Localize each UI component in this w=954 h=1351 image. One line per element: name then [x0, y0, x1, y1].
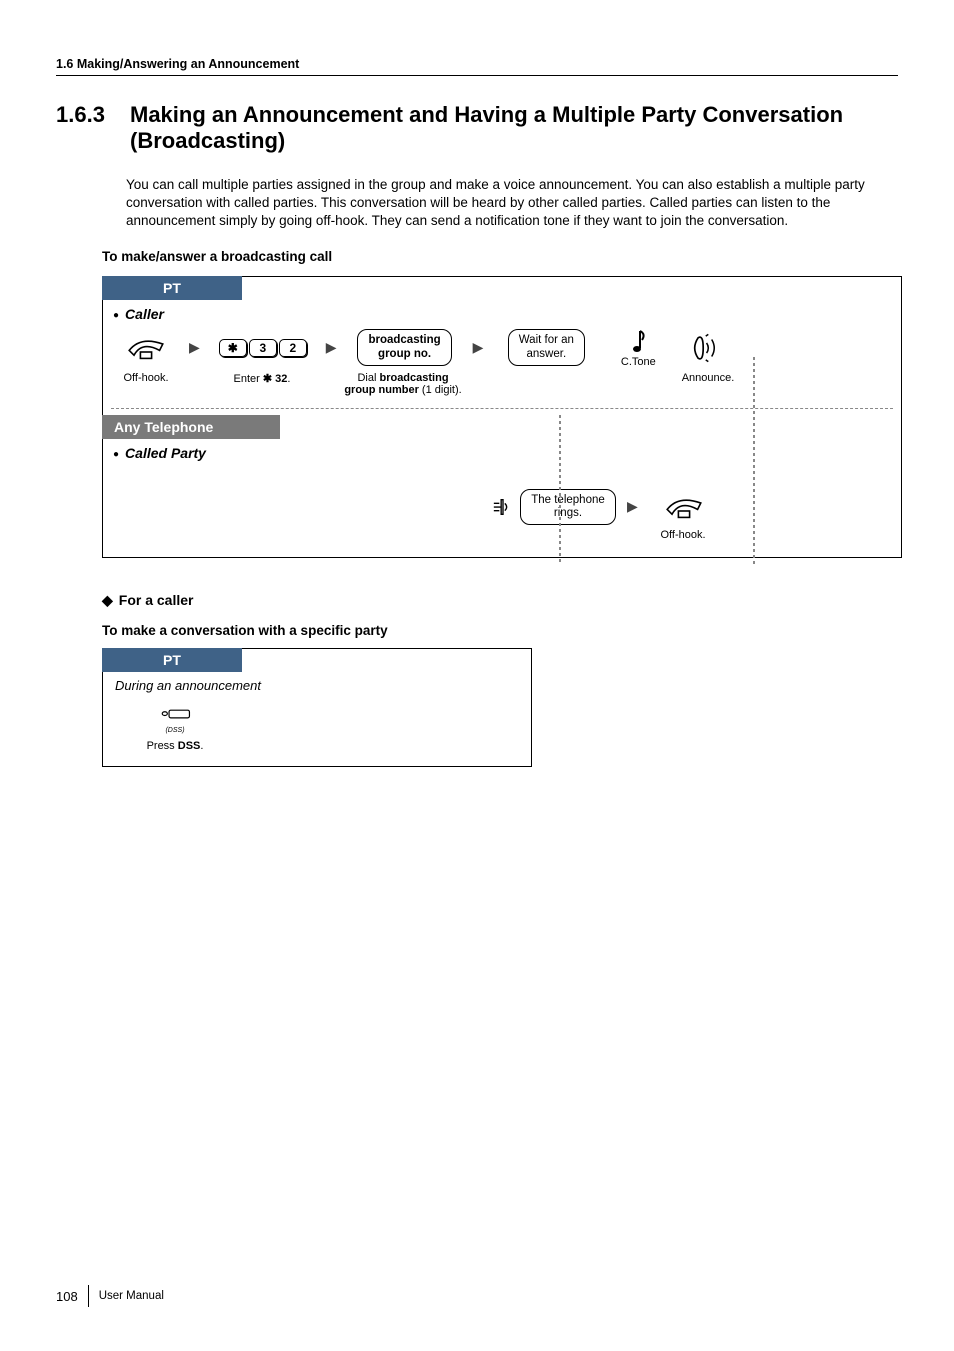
- caller-label: Caller: [113, 306, 901, 322]
- during-announcement-label: During an announcement: [115, 678, 519, 693]
- key-star: ✱: [219, 339, 247, 357]
- intro-paragraph: You can call multiple parties assigned i…: [126, 176, 898, 231]
- announce-cell: [675, 332, 745, 364]
- tab-any-telephone: Any Telephone: [102, 415, 280, 439]
- dss-block: (DSS) Press DSS.: [115, 707, 235, 752]
- tab-pt: PT: [102, 276, 242, 300]
- key-2: 2: [279, 339, 307, 357]
- diagram-broadcast-flow: PT Caller ▶ ✱32 ▶ broadcasting group no.…: [102, 276, 902, 558]
- cap-enter: Enter ✱ 32.: [207, 372, 317, 396]
- dashed-separator: [111, 408, 893, 409]
- page-title: 1.6.3Making an Announcement and Having a…: [56, 102, 898, 154]
- rings-cell: The telephone rings.: [489, 489, 619, 525]
- rings-box: The telephone rings.: [520, 489, 616, 525]
- called-caption-row: Off-hook.: [103, 525, 901, 543]
- key-3: 3: [249, 339, 277, 357]
- for-a-caller-heading: For a caller: [102, 592, 898, 609]
- arrow-icon: ▶: [187, 339, 202, 356]
- footer-label: User Manual: [99, 1290, 164, 1302]
- wait-box: Wait for an answer.: [491, 329, 601, 365]
- diagram-dss: PT During an announcement (DSS) Press DS…: [102, 648, 532, 767]
- offhook-icon: [111, 333, 181, 363]
- vertical-dash-1: [559, 415, 561, 565]
- wait-answer-box: Wait for an answer.: [508, 329, 585, 365]
- announce-icon: [693, 332, 727, 364]
- breadcrumb: 1.6 Making/Answering an Announcement: [56, 57, 299, 71]
- subheading-make-answer: To make/answer a broadcasting call: [102, 249, 898, 264]
- page-number: 108: [56, 1289, 78, 1304]
- caller-caption-row: Off-hook. Enter ✱ 32. Dial broadcastingg…: [103, 368, 901, 398]
- ctone-cell: C.Tone: [607, 328, 669, 368]
- cap-announce: Announce.: [673, 372, 743, 396]
- broadcasting-box: broadcasting group no.: [345, 329, 465, 365]
- press-dss-caption: Press DSS.: [115, 740, 235, 752]
- tab-pt-2: PT: [102, 648, 242, 672]
- vertical-dash-2: [753, 357, 755, 567]
- offhook2-cell: [646, 492, 722, 522]
- broadcasting-group-box: broadcasting group no.: [357, 329, 451, 365]
- arrow-icon: ▶: [324, 339, 339, 356]
- phone-icon: [664, 492, 704, 522]
- section-text: Making an Announcement and Having a Mult…: [130, 102, 850, 154]
- sound-icon: [492, 496, 514, 518]
- ctone-label: C.Tone: [607, 356, 669, 368]
- dss-button-icon: [158, 707, 192, 727]
- arrow-icon: ▶: [471, 339, 486, 356]
- arrow-icon: ▶: [625, 498, 640, 515]
- cap-dial: Dial broadcastinggroup number (1 digit).: [343, 372, 463, 396]
- caller-flow-row: ▶ ✱32 ▶ broadcasting group no. ▶ Wait fo…: [103, 326, 901, 368]
- music-note-icon: [628, 328, 648, 356]
- page-footer: 108 User Manual: [56, 1285, 164, 1307]
- section-number: 1.6.3: [56, 102, 130, 128]
- called-party-label: Called Party: [113, 445, 901, 461]
- key-sequence: ✱32: [208, 339, 318, 357]
- called-flow-row: The telephone rings. ▶: [103, 487, 901, 525]
- cap-offhook2: Off-hook.: [645, 529, 721, 541]
- subheading-specific-party: To make a conversation with a specific p…: [102, 623, 898, 638]
- dss-tiny-label: (DSS): [115, 727, 235, 734]
- footer-divider: [88, 1285, 89, 1307]
- cap-offhook: Off-hook.: [111, 372, 181, 396]
